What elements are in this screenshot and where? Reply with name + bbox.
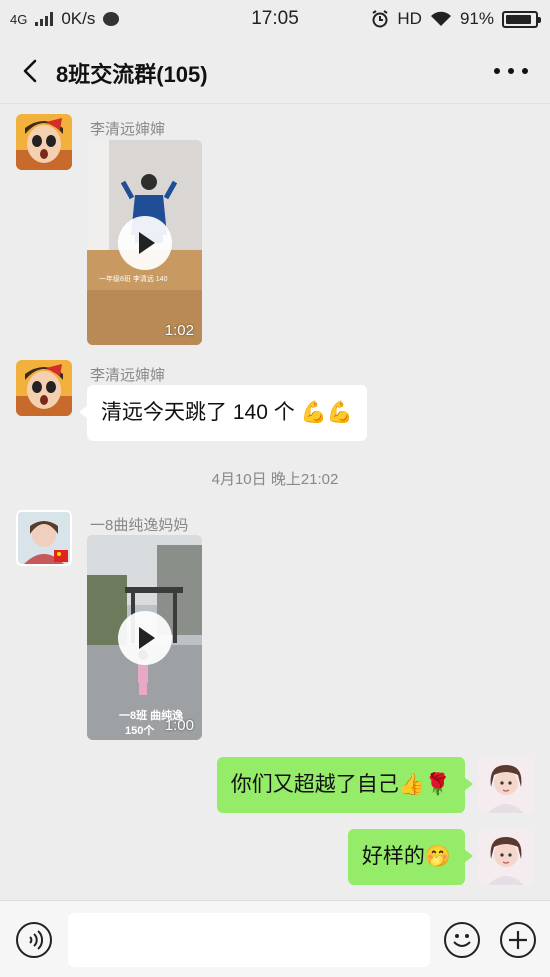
message-timestamp: 4月10日 晚上21:02 xyxy=(211,471,339,488)
battery-icon xyxy=(502,10,541,28)
plus-icon[interactable] xyxy=(500,922,536,958)
text-message[interactable]: 你们又超越了自己👍🌹 xyxy=(216,757,474,813)
voice-icon[interactable] xyxy=(16,922,52,958)
chat-header: 8班交流群(105) xyxy=(0,38,550,104)
text-message[interactable]: 好样的🤭 xyxy=(347,829,474,885)
avatar[interactable] xyxy=(16,360,72,416)
chat-input-bar xyxy=(0,900,550,977)
video-duration: 1:00 xyxy=(164,717,194,734)
hd-label: HD xyxy=(397,9,422,28)
emoji-icon[interactable] xyxy=(444,922,480,958)
sender-name: 李清远婶婶 xyxy=(90,121,166,138)
play-icon[interactable] xyxy=(117,610,172,665)
battery-percent: 91% xyxy=(459,9,494,28)
chat-title: 8班交流群(105) xyxy=(56,62,208,87)
avatar[interactable] xyxy=(478,757,534,813)
more-options-icon[interactable] xyxy=(494,58,528,84)
avatar[interactable] xyxy=(16,114,72,170)
sender-name: 李清远婶婶 xyxy=(90,367,166,384)
play-icon[interactable] xyxy=(117,215,172,270)
video-message[interactable]: 一8班 曲纯逸 150个 1:00 xyxy=(87,535,202,740)
status-bar: 4G 0K/s 17:05 HD 91% xyxy=(0,0,550,38)
avatar[interactable] xyxy=(478,829,534,885)
wifi-icon xyxy=(430,11,451,26)
message-input[interactable] xyxy=(68,913,430,967)
video-message[interactable]: 一年级8班 李清远 140 1:02 xyxy=(87,140,202,345)
alarm-icon xyxy=(372,10,388,28)
text-message[interactable]: 清远今天跳了 140 个 💪💪 xyxy=(79,385,367,441)
sender-name: 一8曲纯逸妈妈 xyxy=(90,517,189,534)
video-duration: 1:02 xyxy=(164,322,194,339)
avatar[interactable] xyxy=(16,510,72,566)
video-caption: 150个 xyxy=(125,725,155,737)
video-caption: 一年级8班 李清远 140 xyxy=(99,276,168,283)
back-arrow-icon[interactable] xyxy=(16,56,46,86)
